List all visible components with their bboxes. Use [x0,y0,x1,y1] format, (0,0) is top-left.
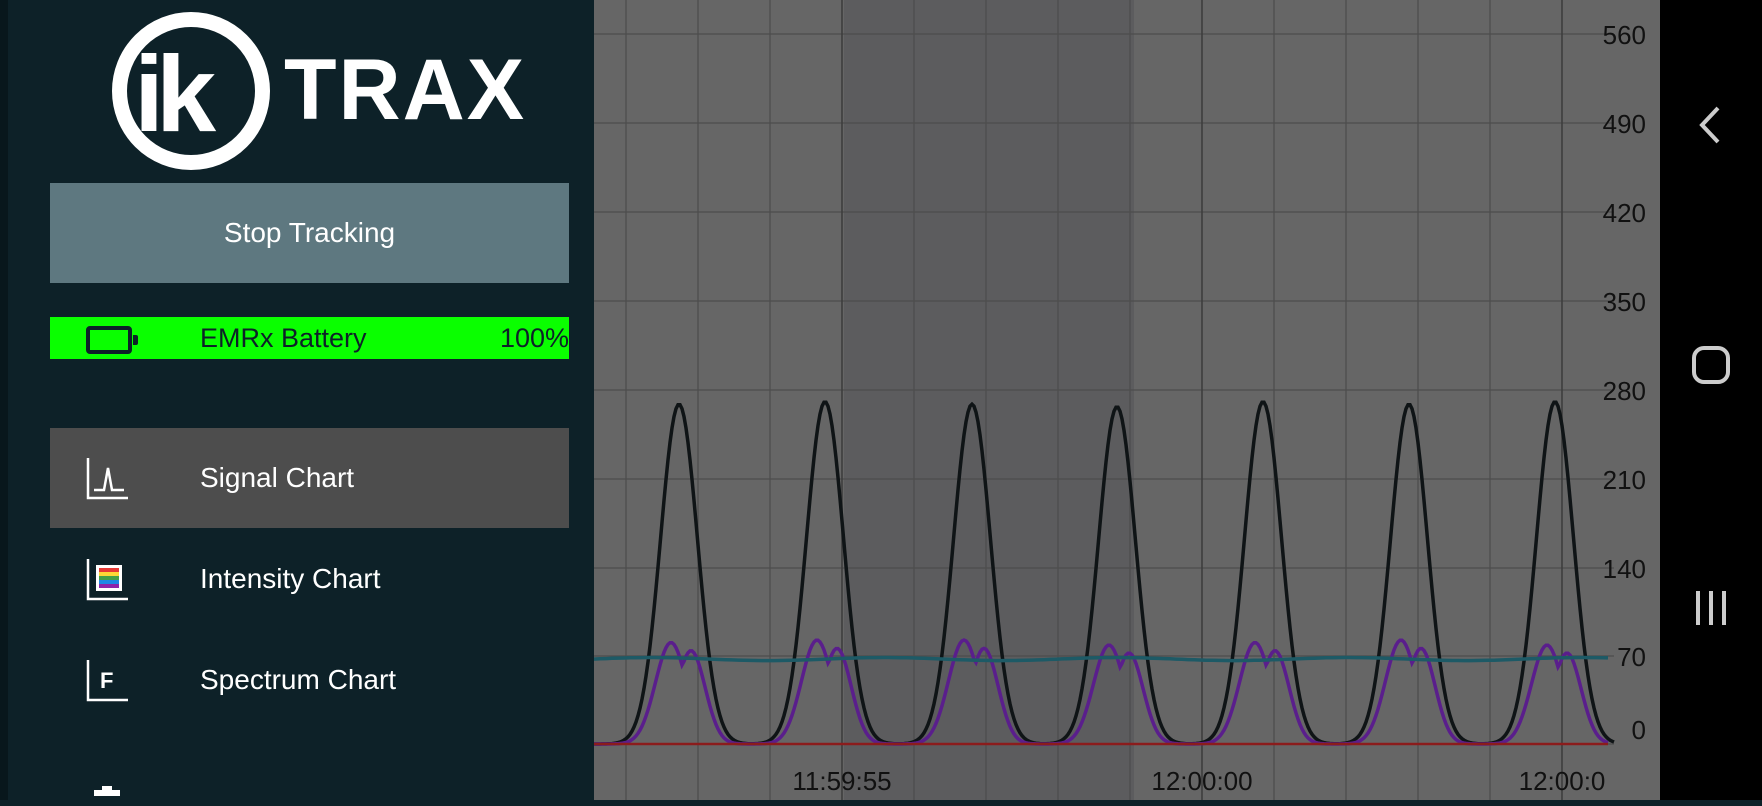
recents-icon[interactable] [1686,583,1736,633]
y-tick-label: 70 [1617,642,1646,672]
spectrum-icon-letter: F [100,668,113,693]
signal-chart-icon [86,458,128,500]
x-tick-label: 11:59:55 [792,766,891,796]
nav-signal-chart-label: Signal Chart [200,462,355,493]
logo-mark: ik [134,33,216,154]
spectrum-chart-icon: F [86,660,128,702]
y-tick-label: 560 [1603,20,1646,50]
nav-intensity-chart[interactable]: Intensity Chart [50,529,569,629]
y-tick-label: 280 [1603,376,1646,406]
battery-icon [86,326,138,354]
chart-highlight-band [844,0,1134,800]
y-tick-label: 140 [1603,554,1646,584]
settings-gear-icon[interactable] [92,786,122,806]
home-icon[interactable] [1686,340,1736,390]
intensity-chart-icon [86,559,128,601]
sidebar: ik TRAX Stop Tracking EMRx Battery 100% … [0,0,594,800]
nav-intensity-chart-label: Intensity Chart [200,563,381,594]
y-tick-label: 350 [1603,287,1646,317]
ik-trax-logo: ik TRAX [112,12,562,170]
x-tick-label: 12:00:00 [1151,766,1252,796]
back-icon[interactable] [1686,100,1736,150]
stop-tracking-button[interactable]: Stop Tracking [50,183,569,283]
y-tick-label: 420 [1603,198,1646,228]
x-tick-label: 12:00:0 [1519,766,1606,796]
y-tick-label: 490 [1603,109,1646,139]
emrx-battery-status: EMRx Battery 100% [50,317,569,359]
y-tick-label: 0 [1632,715,1646,745]
y-tick-label: 210 [1603,465,1646,495]
battery-percent: 100% [499,323,569,353]
battery-label: EMRx Battery [200,323,367,353]
android-navigation-bar [1660,0,1762,800]
signal-chart[interactable]: 560 490 420 350 280 210 140 70 0 11:59:55 12:00:0… [594,0,1660,800]
nav-spectrum-chart[interactable]: F Spectrum Chart [50,630,569,730]
logo-brand-text: TRAX [284,42,527,138]
nav-spectrum-chart-label: Spectrum Chart [200,664,397,695]
nav-signal-chart[interactable]: Signal Chart [50,428,569,528]
